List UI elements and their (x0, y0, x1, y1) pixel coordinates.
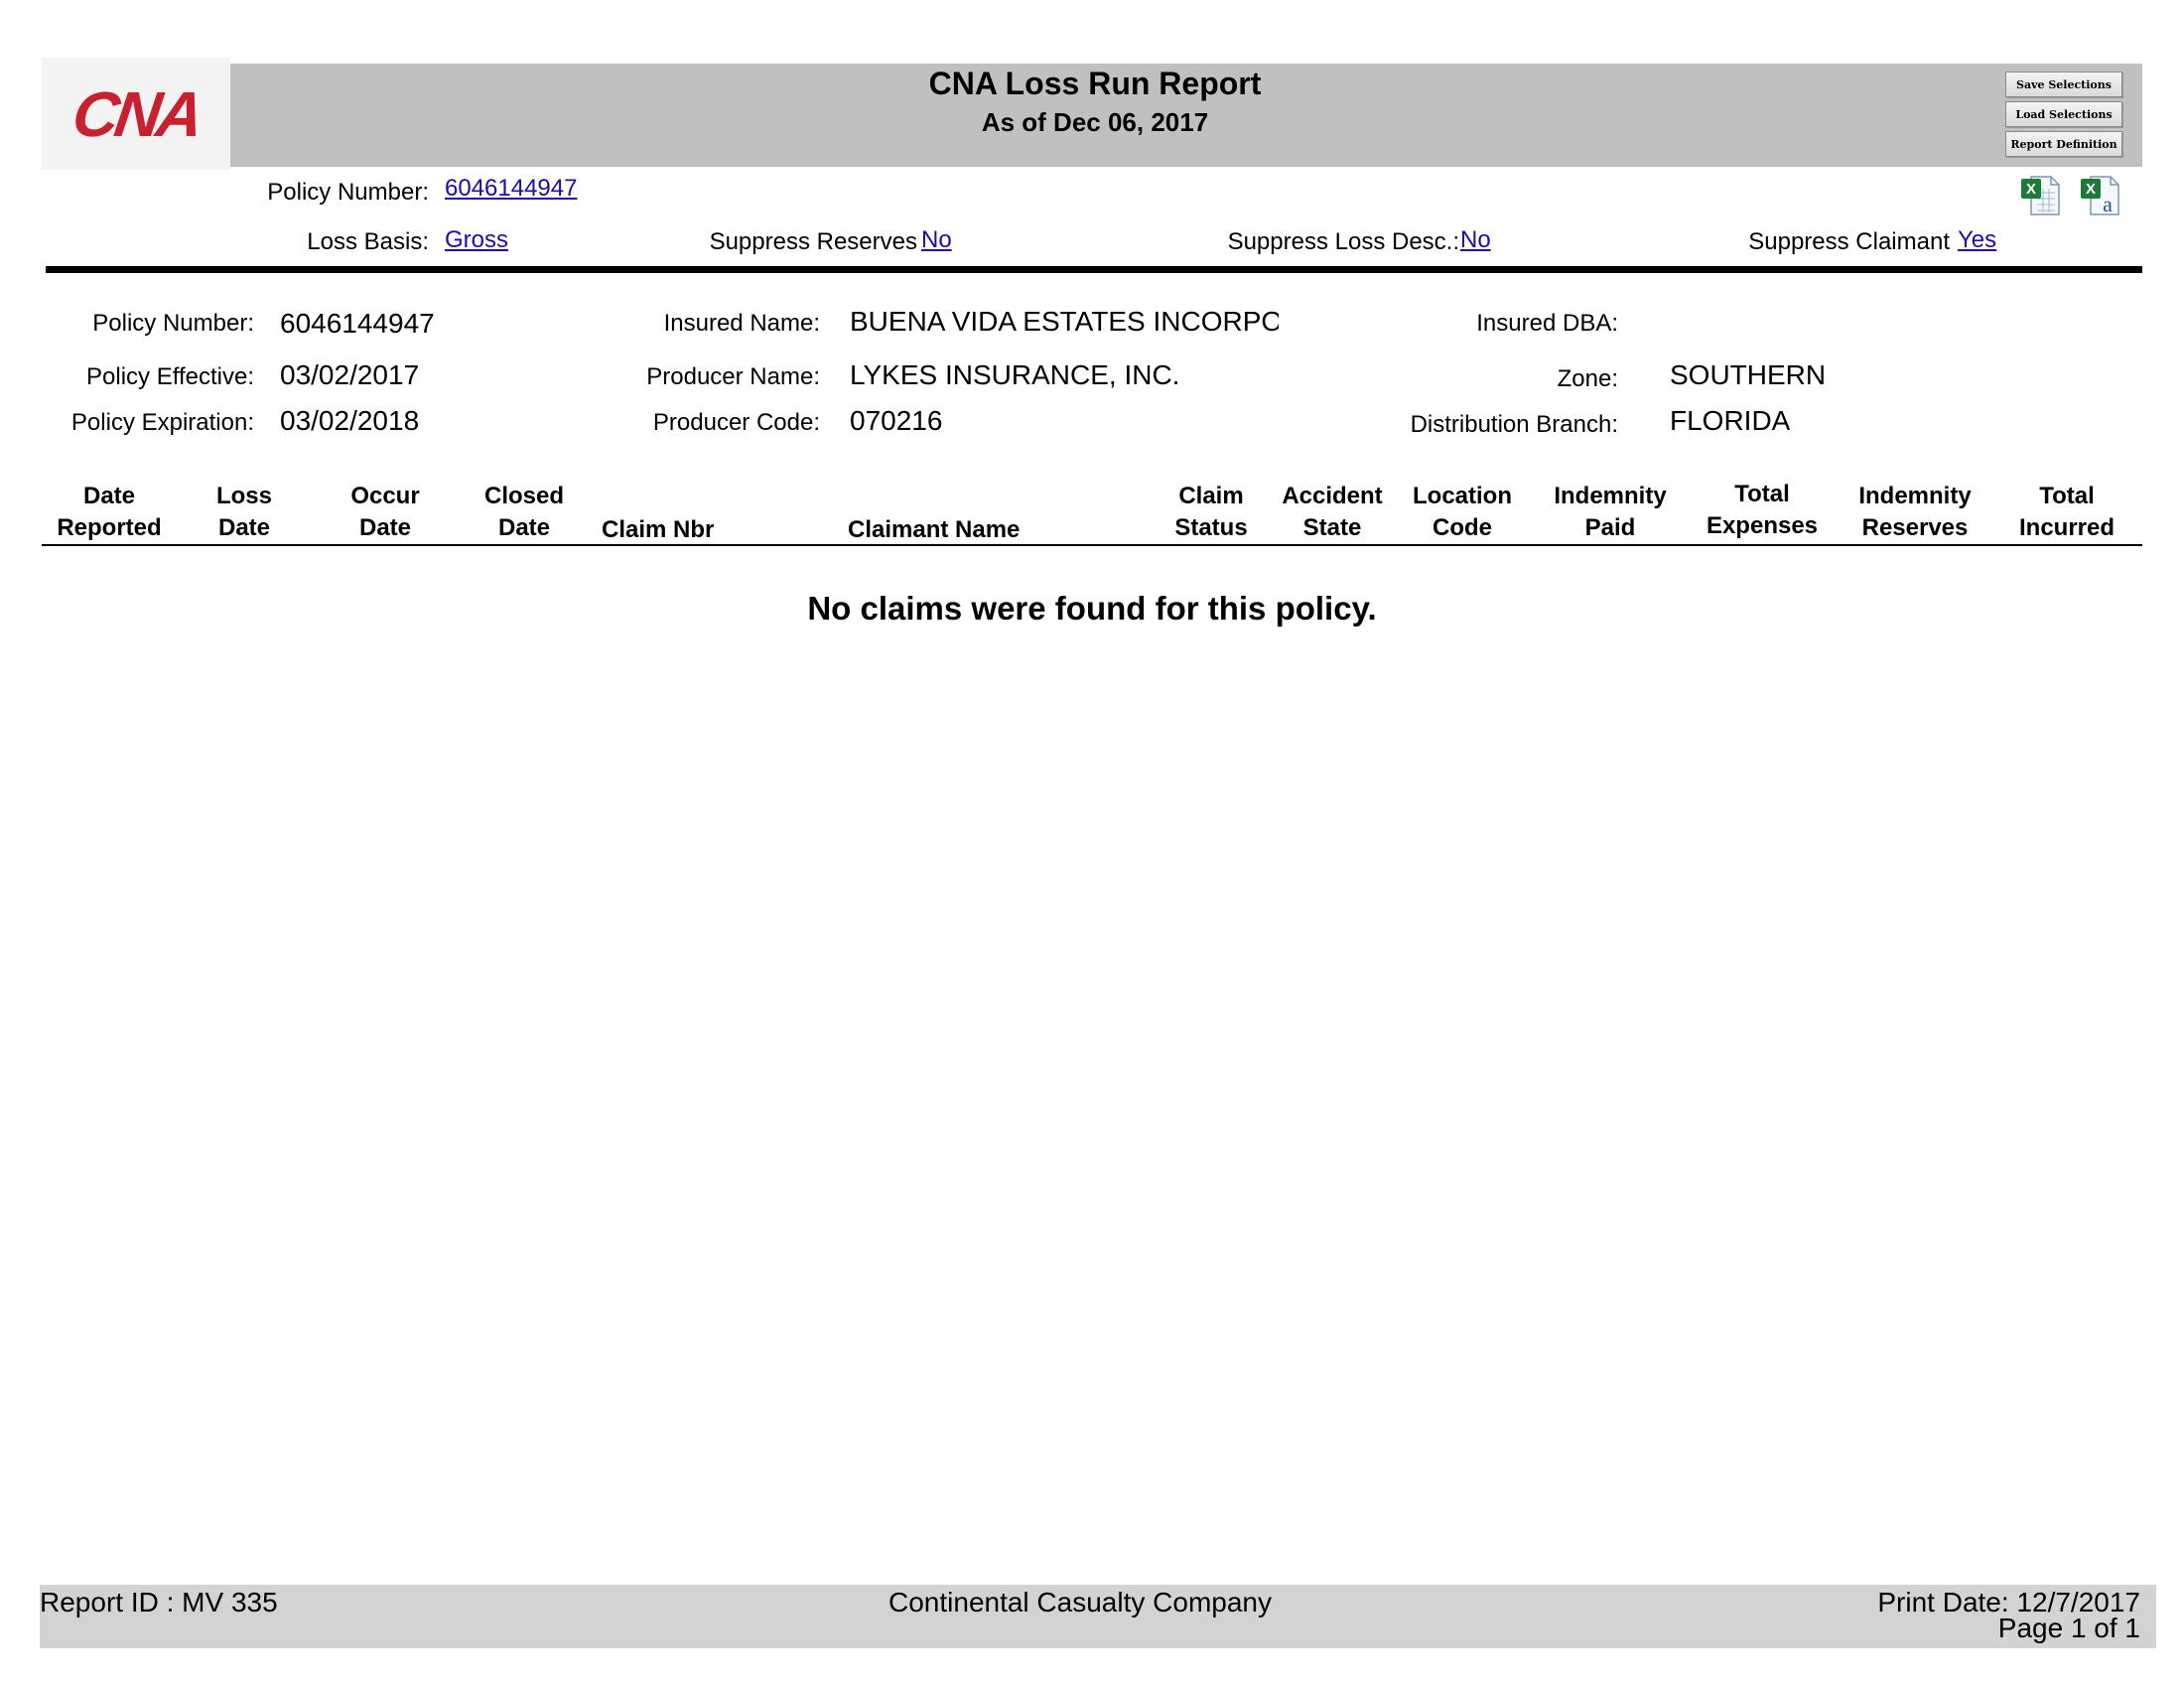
company-name: Continental Casualty Company (888, 1587, 1272, 1618)
table-header-rule (42, 544, 2142, 546)
policy-number-label: Policy Number: (92, 310, 254, 337)
col-claim-nbr: Claim Nbr (602, 516, 715, 543)
producer-code-value: 070216 (850, 405, 943, 436)
load-selections-button[interactable]: Load Selections (2005, 101, 2122, 127)
zone-value: SOUTHERN (1670, 359, 1827, 390)
suppress-reserves-label: Suppress Reserves (709, 228, 917, 255)
empty-table-message: No claims were found for this policy. (807, 590, 1377, 627)
insured-name-value: BUENA VIDA ESTATES INCORPORATED (850, 306, 1279, 337)
report-subtitle: As of Dec 06, 2017 (981, 107, 1209, 137)
suppress-claimant-label: Suppress Claimant (1748, 228, 1950, 255)
policy-number-link[interactable]: 6046144947 (445, 175, 577, 203)
distribution-branch-value: FLORIDA (1670, 405, 1791, 436)
producer-code-label: Producer Code: (652, 409, 820, 436)
insured-dba-label: Insured DBA: (1476, 310, 1618, 337)
col-indemnity-paid: Indemnity Paid (1554, 483, 1667, 541)
excel-export-icon[interactable]: X (2019, 173, 2063, 216)
cna-logo: CNA (42, 58, 230, 170)
page-number: Page 1 of 1 (1997, 1613, 2140, 1643)
section-divider (46, 266, 2142, 273)
report-definition-button[interactable]: Report Definition (2005, 131, 2122, 157)
distribution-branch-label: Distribution Branch: (1410, 411, 1618, 438)
policy-expiration-label: Policy Expiration: (70, 409, 254, 436)
svg-text:X: X (2026, 181, 2036, 198)
suppress-reserves-link[interactable]: No (921, 226, 952, 254)
policy-effective-value: 03/02/2017 (280, 359, 420, 390)
report-title: CNA Loss Run Report (928, 66, 1262, 101)
param-policy-number-label: Policy Number: (267, 179, 429, 206)
suppress-loss-desc-link[interactable]: No (1460, 226, 1491, 254)
col-total-incurred: Total Incurred (2018, 483, 2116, 541)
col-loss-date: Loss Date (215, 483, 272, 541)
col-claim-status: Claim Status (1174, 483, 1248, 541)
producer-name-value: LYKES INSURANCE, INC. (850, 359, 1180, 390)
policy-effective-label: Policy Effective: (86, 363, 254, 390)
col-date-reported: Date Reported (57, 483, 162, 541)
excel-data-export-icon[interactable]: X a (2079, 173, 2122, 216)
svg-text:a: a (2103, 192, 2113, 216)
col-total-expenses: Total Expenses (1706, 481, 1819, 539)
save-selections-button[interactable]: Save Selections (2005, 71, 2122, 97)
loss-basis-link[interactable]: Gross (445, 226, 508, 254)
col-closed-date: Closed Date (483, 483, 564, 541)
svg-text:X: X (2086, 181, 2096, 198)
policy-expiration-value: 03/02/2018 (280, 405, 420, 436)
zone-label: Zone: (1557, 365, 1618, 392)
col-indemnity-reserves: Indemnity Reserves (1858, 483, 1972, 541)
col-location-code: Location Code (1413, 483, 1512, 541)
producer-name-label: Producer Name: (646, 363, 820, 390)
col-accident-state: Accident State (1282, 483, 1383, 541)
loss-basis-label: Loss Basis: (307, 228, 429, 255)
logo-text: CNA (68, 77, 205, 150)
col-claimant-name: Claimant Name (848, 516, 1021, 543)
col-occur-date: Occur Date (350, 483, 420, 541)
insured-name-label: Insured Name: (663, 310, 820, 337)
suppress-claimant-link[interactable]: Yes (1958, 226, 1996, 254)
suppress-loss-desc-label: Suppress Loss Desc.: (1227, 228, 1459, 255)
policy-number-value: 6046144947 (280, 308, 435, 339)
